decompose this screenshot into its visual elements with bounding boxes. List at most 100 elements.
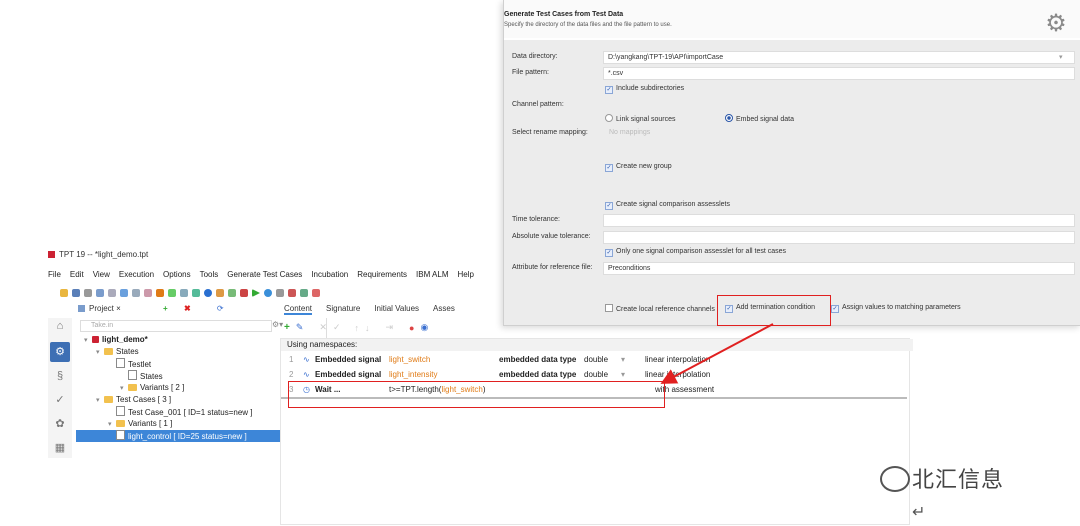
remove-icon[interactable]: ✕ (319, 322, 327, 333)
sync-link-icon[interactable]: ⟳ (217, 304, 224, 313)
embed-signal-data-radio[interactable]: Embed signal data (725, 114, 794, 123)
run-icon[interactable] (252, 289, 260, 297)
down-icon[interactable]: ↓ (365, 323, 370, 333)
tree-item[interactable]: ▾ light_demo* (76, 334, 148, 346)
tab-content[interactable]: Content (284, 304, 313, 315)
save-all-icon[interactable] (84, 289, 92, 297)
menu-view[interactable]: View (93, 270, 110, 284)
debug-icon[interactable] (240, 289, 248, 297)
interpolation-value[interactable]: linear interpolation (645, 368, 710, 382)
folder-icon (116, 420, 125, 427)
assessment-icon[interactable]: ✓ (54, 394, 66, 406)
tree-item[interactable]: ▾ Variants [ 2 ] (76, 382, 184, 394)
tools-icon[interactable] (300, 289, 308, 297)
tree-item[interactable]: ▾ Variants [ 1 ] (76, 418, 172, 430)
report-icon[interactable] (276, 289, 284, 297)
menu-bar: File Edit View Execution Options Tools Generat… (48, 270, 474, 284)
radio-off-icon (605, 114, 613, 122)
menu-file[interactable]: File (48, 270, 61, 284)
filter-input[interactable]: Take.in (80, 320, 272, 332)
menu-options[interactable]: Options (163, 270, 191, 284)
signal-name[interactable]: light_switch (389, 353, 430, 367)
info-icon[interactable] (204, 289, 212, 297)
stop-icon[interactable] (216, 289, 224, 297)
create-signal-comparison-checkbox[interactable]: ✓ Create signal comparison assesslets (605, 201, 730, 210)
save-icon[interactable] (72, 289, 80, 297)
radio-on-icon (725, 114, 733, 122)
tab-initial-values[interactable]: Initial Values (374, 304, 419, 315)
refresh-icon[interactable] (192, 289, 200, 297)
tree-item[interactable]: Test Case_001 [ ID=1 status=new ] (76, 406, 253, 418)
view-icon[interactable]: ◉ (420, 322, 428, 333)
indent-icon[interactable]: ⇥ (385, 322, 393, 333)
select-rename-mapping-label: Select rename mapping: (512, 129, 588, 136)
tree-item[interactable]: States (76, 370, 163, 382)
interpolation-value[interactable]: linear interpolation (645, 353, 710, 367)
grid-icon[interactable]: ▦ (54, 442, 66, 454)
check-icon[interactable] (168, 289, 176, 297)
unchecked-icon (605, 304, 613, 312)
menu-tools[interactable]: Tools (200, 270, 219, 284)
step-row[interactable]: 2 ∿ Embedded signal light_intensity embedded… (281, 368, 907, 382)
config-icon[interactable] (180, 289, 188, 297)
flag-icon[interactable] (288, 289, 296, 297)
add-icon[interactable]: + (163, 304, 168, 313)
confirm-icon[interactable]: ✓ (333, 322, 341, 333)
menu-help[interactable]: Help (458, 270, 474, 284)
data-type-select[interactable]: double (584, 368, 608, 382)
sync-icon[interactable] (264, 289, 272, 297)
tree-item[interactable]: ▾ States (76, 346, 139, 358)
file-pattern-field[interactable]: *.csv (603, 67, 1075, 80)
chevron-down-icon[interactable]: ▾ (621, 353, 625, 367)
data-directory-field[interactable]: D:\yangkang\TPT-19\API\importCase (603, 51, 1075, 64)
open-icon[interactable] (60, 289, 68, 297)
insert-icon[interactable]: ✎ (296, 322, 304, 333)
menu-edit[interactable]: Edit (70, 270, 84, 284)
cut-icon[interactable] (120, 289, 128, 297)
data-type-label: embedded data type (499, 355, 577, 364)
data-type-select[interactable]: double (584, 353, 608, 367)
menu-execution[interactable]: Execution (119, 270, 154, 284)
paste-icon[interactable] (144, 289, 152, 297)
tree-item[interactable]: ▾ Test Cases [ 3 ] (76, 394, 171, 406)
section-icon[interactable]: § (54, 370, 66, 382)
chevron-down-icon[interactable]: ▾ (621, 368, 625, 382)
link-signal-sources-radio[interactable]: Link signal sources (605, 114, 676, 123)
attribute-reference-select[interactable]: Preconditions (603, 262, 1075, 275)
create-new-group-checkbox[interactable]: ✓ Create new group (605, 163, 672, 172)
include-subdirectories-checkbox[interactable]: ✓ Include subdirectories (605, 85, 684, 94)
add-step-icon[interactable]: + (284, 322, 290, 333)
tab-asses[interactable]: Asses (433, 304, 455, 315)
absolute-tolerance-field[interactable] (603, 231, 1075, 244)
plot-icon[interactable] (312, 289, 320, 297)
only-one-assesslet-checkbox[interactable]: ✓ Only one signal comparison assesslet fo… (605, 248, 786, 257)
plugin-icon[interactable]: ✿ (54, 418, 66, 430)
record-icon[interactable]: ● (409, 323, 414, 333)
model-icon[interactable] (156, 289, 164, 297)
project-view-tab[interactable]: Project × + ✖ ⟳ (78, 304, 278, 316)
menu-incubation[interactable]: Incubation (311, 270, 348, 284)
build-icon[interactable] (228, 289, 236, 297)
menu-ibm-alm[interactable]: IBM ALM (416, 270, 448, 284)
menu-requirements[interactable]: Requirements (357, 270, 407, 284)
assign-values-checkbox[interactable]: ✓ Assign values to matching parameters (831, 304, 961, 313)
undo-icon[interactable] (96, 289, 104, 297)
only-one-assesslet-label: Only one signal comparison assesslet for… (616, 248, 787, 255)
tree-item[interactable]: Testlet (76, 358, 151, 370)
browse-dropdown-icon[interactable]: ▾ (1059, 53, 1063, 61)
time-tolerance-field[interactable] (603, 214, 1075, 227)
redo-icon[interactable] (108, 289, 116, 297)
create-local-reference-checkbox[interactable]: Create local reference channels (605, 304, 715, 313)
signal-name[interactable]: light_intensity (389, 368, 437, 382)
menu-generate-test-cases[interactable]: Generate Test Cases (227, 270, 302, 284)
rename-mapping-hint[interactable]: No mappings (609, 129, 650, 136)
channel-pattern-field[interactable] (603, 99, 1075, 112)
home-icon[interactable]: ⌂ (54, 320, 66, 332)
delete-icon[interactable]: ✖ (184, 304, 191, 313)
step-row[interactable]: 1 ∿ Embedded signal light_switch embedded da… (281, 353, 907, 367)
tab-signature[interactable]: Signature (326, 304, 360, 315)
test-cases-icon[interactable]: ⚙ (50, 342, 70, 362)
filter-options-icon[interactable]: ⚙▾ (272, 320, 283, 329)
copy-icon[interactable] (132, 289, 140, 297)
up-icon[interactable]: ↑ (354, 323, 359, 333)
